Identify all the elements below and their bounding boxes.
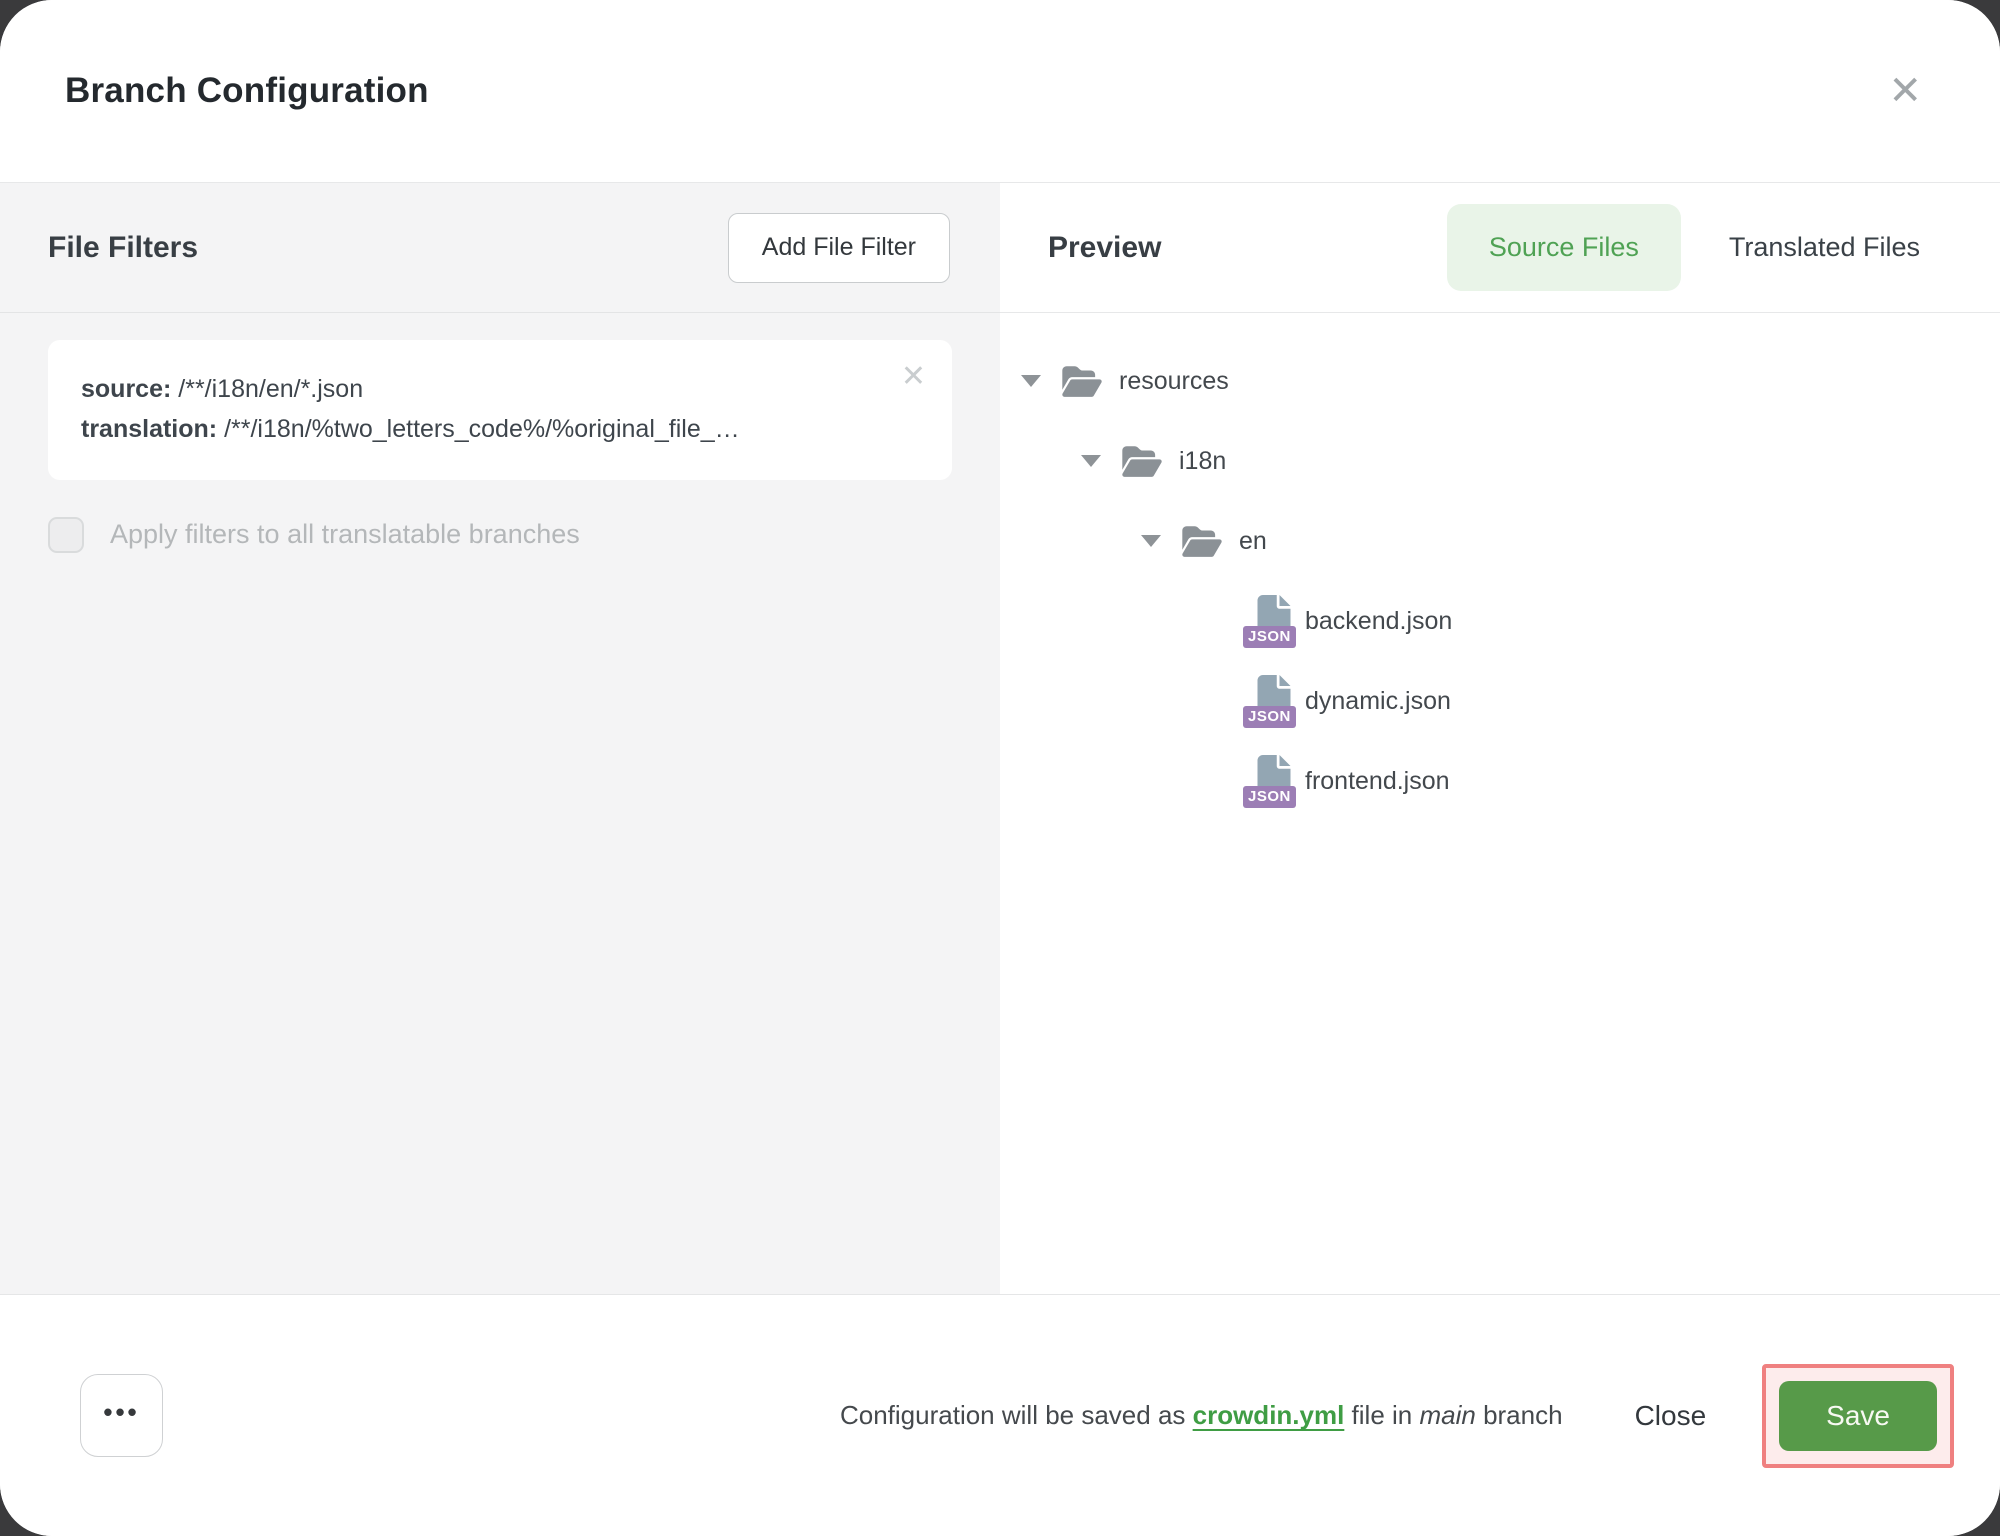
page-title: Branch Configuration	[65, 71, 429, 111]
json-badge: JSON	[1243, 706, 1296, 728]
preview-header: Preview Source Files Translated Files	[1000, 183, 2000, 313]
caret-down-icon[interactable]	[1080, 455, 1102, 467]
filter-translation-label: translation:	[81, 415, 217, 443]
dialog-body: File Filters Add File Filter source: /**…	[0, 183, 2000, 1294]
save-note-middle: file in	[1344, 1400, 1419, 1430]
save-button[interactable]: Save	[1779, 1381, 1937, 1451]
tree-row-file[interactable]: JSON frontend.json	[1000, 741, 2000, 821]
tree-row-file[interactable]: JSON backend.json	[1000, 581, 2000, 661]
tree-label: frontend.json	[1305, 767, 1450, 796]
json-badge: JSON	[1243, 626, 1296, 648]
json-file-icon: JSON	[1247, 755, 1293, 807]
filter-translation-value: /**/i18n/%two_letters_code%/%original_fi…	[224, 415, 740, 443]
add-file-filter-button[interactable]: Add File Filter	[728, 213, 950, 283]
filter-source-label: source:	[81, 375, 171, 403]
apply-filters-row: Apply filters to all translatable branch…	[48, 517, 952, 553]
tree-label: en	[1239, 527, 1267, 556]
filter-source-line: source: /**/i18n/en/*.json	[81, 373, 872, 407]
branch-name: main	[1419, 1400, 1475, 1430]
apply-filters-label: Apply filters to all translatable branch…	[110, 519, 580, 550]
preview-heading: Preview	[1048, 231, 1161, 265]
folder-open-icon	[1181, 524, 1223, 559]
tab-source-files[interactable]: Source Files	[1447, 204, 1681, 291]
tree-row-folder[interactable]: i18n	[1000, 421, 2000, 501]
tree-label: backend.json	[1305, 607, 1452, 636]
save-note-prefix: Configuration will be saved as	[840, 1400, 1193, 1430]
filter-source-value: /**/i18n/en/*.json	[178, 375, 363, 403]
tab-translated-files[interactable]: Translated Files	[1729, 232, 1920, 263]
branch-configuration-dialog: Branch Configuration ✕ File Filters Add …	[0, 0, 2000, 1536]
crowdin-yml-link[interactable]: crowdin.yml	[1193, 1400, 1345, 1430]
folder-open-icon	[1061, 364, 1103, 399]
tree-label: dynamic.json	[1305, 687, 1451, 716]
save-button-highlight: Save	[1762, 1364, 1954, 1468]
modal-overlay: { "dialog": { "title": "Branch Configura…	[0, 0, 2000, 1536]
more-options-button[interactable]: •••	[80, 1374, 163, 1457]
close-button[interactable]: Close	[1635, 1400, 1707, 1432]
caret-down-icon[interactable]	[1140, 535, 1162, 547]
file-filters-panel: File Filters Add File Filter source: /**…	[0, 183, 1000, 1294]
file-filters-content: source: /**/i18n/en/*.json translation: …	[0, 313, 1000, 553]
tree-row-file[interactable]: JSON dynamic.json	[1000, 661, 2000, 741]
tree-row-folder[interactable]: en	[1000, 501, 2000, 581]
preview-panel: Preview Source Files Translated Files re…	[1000, 183, 2000, 1294]
preview-tabs: Source Files Translated Files	[1447, 204, 1920, 291]
dialog-header: Branch Configuration ✕	[0, 0, 2000, 183]
folder-open-icon	[1121, 444, 1163, 479]
json-badge: JSON	[1243, 786, 1296, 808]
apply-filters-checkbox[interactable]	[48, 517, 84, 553]
dialog-footer: ••• Configuration will be saved as crowd…	[0, 1294, 2000, 1536]
file-filters-header: File Filters Add File Filter	[0, 183, 1000, 313]
tree-label: resources	[1119, 367, 1229, 396]
remove-filter-icon[interactable]: ✕	[901, 362, 926, 392]
json-file-icon: JSON	[1247, 675, 1293, 727]
file-tree: resources i18n en JSON	[1000, 313, 2000, 821]
more-icon: •••	[103, 1412, 139, 1420]
save-note: Configuration will be saved as crowdin.y…	[840, 1400, 1563, 1431]
file-filter-card[interactable]: source: /**/i18n/en/*.json translation: …	[48, 340, 952, 480]
caret-down-icon[interactable]	[1020, 375, 1042, 387]
file-filters-heading: File Filters	[48, 231, 198, 265]
close-icon[interactable]: ✕	[1888, 71, 1922, 111]
save-note-suffix: branch	[1476, 1400, 1563, 1430]
tree-label: i18n	[1179, 447, 1226, 476]
json-file-icon: JSON	[1247, 595, 1293, 647]
filter-translation-line: translation: /**/i18n/%two_letters_code%…	[81, 413, 872, 447]
tree-row-folder[interactable]: resources	[1000, 341, 2000, 421]
